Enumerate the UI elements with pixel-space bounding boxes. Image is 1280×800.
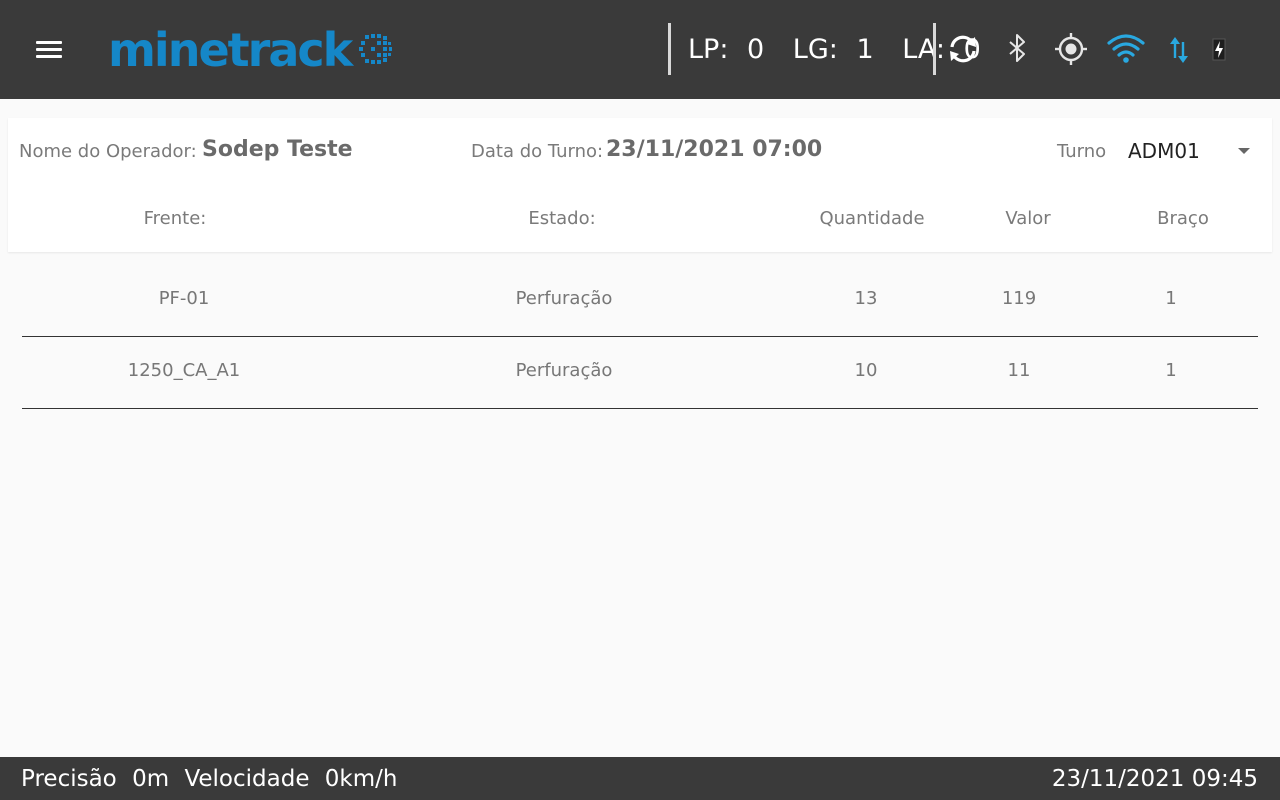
cell-valor: 11 xyxy=(1007,360,1031,381)
cell-frente: 1250_CA_A1 xyxy=(127,360,241,381)
shift-info-card: Nome do Operador: Sodep Teste Data do Tu… xyxy=(8,118,1272,252)
divider xyxy=(668,23,671,75)
bottom-status-bar: Precisão 0m Velocidade 0km/h 23/11/2021 … xyxy=(0,757,1280,800)
current-datetime: 23/11/2021 09:45 xyxy=(1051,766,1258,792)
minetrack-logo: minetrack xyxy=(108,22,395,78)
gps-icon xyxy=(1055,33,1087,65)
turno-label: Turno xyxy=(1057,141,1107,162)
cell-braco: 1 xyxy=(1165,360,1177,381)
shift-date-label: Data do Turno: xyxy=(471,141,604,162)
column-header-braco: Braço xyxy=(1157,208,1209,229)
column-header-frente: Frente: xyxy=(143,208,207,229)
top-app-bar: minetrack LP: 0 LG: 1 LA: 0 xyxy=(0,0,1280,99)
table-row[interactable]: PF-01 Perfuração 13 119 1 xyxy=(22,264,1258,337)
gps-readout: Precisão 0m Velocidade 0km/h xyxy=(21,766,405,792)
cell-quantidade: 13 xyxy=(854,288,878,309)
battery-charging-icon xyxy=(1212,38,1226,61)
operator-name: Sodep Teste xyxy=(202,137,353,162)
column-header-quantidade: Quantidade xyxy=(819,208,925,229)
cell-quantidade: 10 xyxy=(854,360,878,381)
turno-selected-value: ADM01 xyxy=(1128,139,1200,163)
cell-frente: PF-01 xyxy=(158,288,210,309)
cell-valor: 119 xyxy=(1001,288,1037,309)
data-transfer-icon xyxy=(1170,37,1188,63)
lg-counter: LG: 1 xyxy=(792,34,874,65)
cell-estado: Perfuração xyxy=(515,360,613,381)
speed-value: 0km/h xyxy=(324,766,398,792)
logo-globe-icon xyxy=(359,34,393,64)
wifi-icon xyxy=(1107,34,1145,63)
chevron-down-icon xyxy=(1238,148,1250,154)
shift-date-value: 23/11/2021 07:00 xyxy=(606,137,823,162)
column-header-estado: Estado: xyxy=(528,208,596,229)
turno-dropdown[interactable]: ADM01 xyxy=(1126,138,1262,164)
precision-label: Precisão xyxy=(21,766,117,792)
operator-label: Nome do Operador: xyxy=(19,141,197,162)
bluetooth-icon xyxy=(1009,34,1025,62)
precision-value: 0m xyxy=(132,766,170,792)
speed-label: Velocidade xyxy=(184,766,310,792)
logo-text: minetrack xyxy=(108,23,353,77)
lp-counter: LP: 0 xyxy=(688,34,765,65)
sync-icon[interactable] xyxy=(944,30,982,68)
table-row[interactable]: 1250_CA_A1 Perfuração 10 11 1 xyxy=(22,336,1258,409)
cell-braco: 1 xyxy=(1165,288,1177,309)
divider xyxy=(933,23,936,75)
cell-estado: Perfuração xyxy=(515,288,613,309)
column-header-valor: Valor xyxy=(1005,208,1051,229)
menu-icon[interactable] xyxy=(34,38,64,62)
